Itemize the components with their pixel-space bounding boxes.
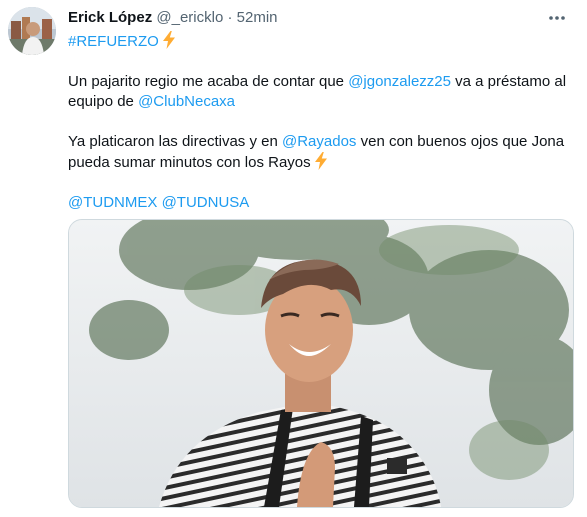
mention-tudnusa[interactable]: @TUDNUSA — [162, 194, 250, 211]
avatar-image — [8, 7, 56, 55]
tweet-photo[interactable] — [68, 219, 574, 508]
mention-jgonzalezz25[interactable]: @jgonzalezz25 — [348, 73, 451, 90]
tweet-text-segment: Un pajarito regio me acaba de contar que — [68, 73, 349, 90]
mention-clubnecaxa[interactable]: @ClubNecaxa — [138, 93, 235, 110]
user-handle[interactable]: @_ericklo — [156, 9, 223, 26]
mention-tudnmex[interactable]: @TUDNMEX — [68, 194, 157, 211]
tweet-paragraph-2: Ya platicaron las directivas y en @Rayad… — [68, 132, 568, 173]
tweet-timestamp[interactable]: 52min — [237, 9, 278, 26]
tweet-header: Erick López @_ericklo · 52min — [68, 8, 568, 28]
avatar[interactable] — [8, 7, 56, 55]
hashtag-link[interactable]: #REFUERZO — [68, 33, 159, 50]
tweet-paragraph-3: @TUDNMEX @TUDNUSA — [68, 193, 568, 213]
tweet-text: #REFUERZO Un pajarito regio me acaba de … — [68, 31, 568, 213]
high-voltage-emoji-icon — [162, 31, 175, 49]
user-name[interactable]: Erick López — [68, 9, 152, 26]
tweet-paragraph-1: Un pajarito regio me acaba de contar que… — [68, 72, 568, 112]
tweet-text-segment: Ya platicaron las directivas y en — [68, 133, 282, 150]
more-horizontal-icon — [549, 16, 565, 20]
player-photo — [69, 220, 573, 507]
mention-rayados[interactable]: @Rayados — [282, 133, 356, 150]
tweet-card[interactable]: Erick López @_ericklo · 52min #REFUERZO … — [0, 0, 587, 517]
tweet-line-hashtag: #REFUERZO — [68, 31, 568, 52]
more-button[interactable] — [545, 6, 569, 30]
high-voltage-emoji-icon — [314, 152, 327, 170]
separator-dot: · — [227, 9, 233, 26]
